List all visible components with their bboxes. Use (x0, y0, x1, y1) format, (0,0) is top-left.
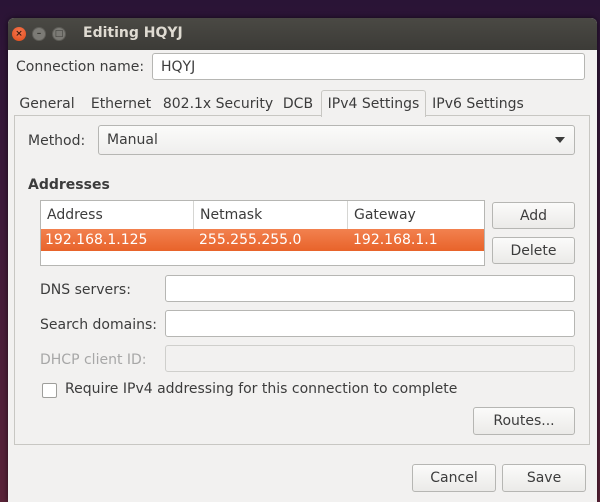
tab-8021x-security[interactable]: 802.1x Security (162, 92, 274, 116)
column-header-gateway[interactable]: Gateway (348, 201, 484, 229)
dhcp-client-id-label: DHCP client ID: (40, 352, 147, 368)
cell-netmask: 255.255.255.0 (199, 232, 302, 248)
search-domains-label: Search domains: (40, 317, 157, 333)
dns-servers-input[interactable] (165, 275, 575, 302)
cancel-button[interactable]: Cancel (412, 464, 496, 492)
connection-name-input[interactable] (152, 53, 585, 80)
add-address-button[interactable]: Add (492, 202, 575, 229)
dhcp-client-id-input (165, 345, 575, 372)
search-domains-input[interactable] (165, 310, 575, 337)
maximize-window-button[interactable]: □ (52, 27, 66, 41)
close-icon: × (15, 29, 23, 39)
chevron-down-icon (555, 137, 565, 143)
tab-general[interactable]: General (14, 92, 80, 116)
connection-name-label: Connection name: (16, 59, 145, 75)
table-row[interactable]: 192.168.1.125 255.255.255.0 192.168.1.1 (41, 229, 484, 251)
require-ipv4-checkbox[interactable] (42, 383, 57, 398)
save-button[interactable]: Save (502, 464, 586, 492)
require-ipv4-label[interactable]: Require IPv4 addressing for this connect… (65, 381, 457, 397)
minimize-window-button[interactable]: – (32, 27, 46, 41)
routes-button[interactable]: Routes... (473, 407, 575, 435)
delete-address-button[interactable]: Delete (492, 237, 575, 264)
method-label: Method: (28, 133, 86, 149)
method-dropdown[interactable]: Manual (98, 125, 575, 155)
close-window-button[interactable]: × (12, 27, 26, 41)
cell-gateway: 192.168.1.1 (353, 232, 438, 248)
title-bar: × – □ Editing HQYJ (8, 18, 597, 50)
cell-address: 192.168.1.125 (45, 232, 148, 248)
window-title: Editing HQYJ (83, 25, 183, 41)
editing-connection-dialog: × – □ Editing HQYJ Connection name: Gene… (8, 18, 597, 502)
minimize-icon: – (36, 29, 42, 39)
tab-dcb[interactable]: DCB (280, 92, 316, 116)
maximize-icon: □ (54, 29, 64, 39)
ipv4-settings-panel: Method: Manual Addresses Address Netmask… (14, 115, 590, 445)
settings-tabs: General Ethernet 802.1x Security DCB IPv… (8, 90, 597, 117)
column-header-address[interactable]: Address (41, 201, 194, 229)
dns-servers-label: DNS servers: (40, 282, 131, 298)
method-value: Manual (107, 132, 158, 148)
addresses-table[interactable]: Address Netmask Gateway 192.168.1.125 25… (40, 200, 485, 266)
tab-ipv6-settings[interactable]: IPv6 Settings (429, 92, 527, 116)
addresses-heading: Addresses (28, 177, 110, 193)
column-header-netmask[interactable]: Netmask (194, 201, 348, 229)
tab-ipv4-settings[interactable]: IPv4 Settings (321, 90, 426, 117)
tab-ethernet[interactable]: Ethernet (86, 92, 156, 116)
